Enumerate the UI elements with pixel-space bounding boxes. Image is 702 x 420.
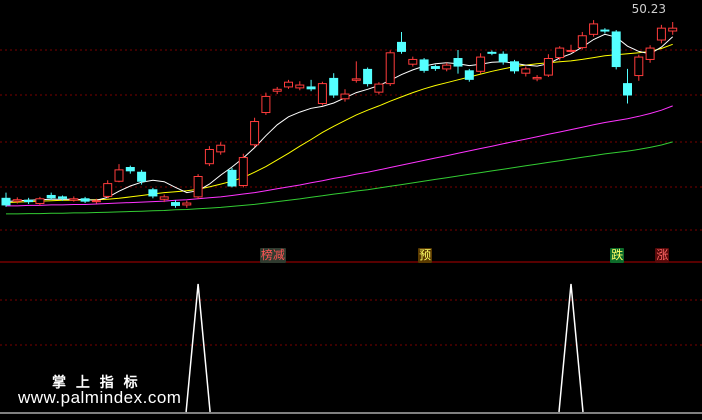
candle-body-44	[498, 53, 508, 63]
candle-body-28	[317, 83, 327, 105]
candle-body-2	[24, 199, 34, 203]
candle-body-32	[363, 68, 373, 85]
candle-body-11	[125, 167, 135, 172]
candle-body-56	[634, 56, 644, 77]
candle-body-0	[1, 197, 11, 206]
candle-body-23	[261, 95, 271, 114]
candle-body-46	[521, 68, 531, 74]
candle-body-27	[306, 86, 316, 90]
candle-body-14	[159, 196, 169, 200]
signal-tag-0: 榜减	[259, 248, 286, 263]
candle-body-8	[91, 200, 101, 203]
candle-body-43	[487, 51, 497, 54]
candle-body-21	[238, 157, 248, 187]
signal-tag-2: 跌	[610, 248, 625, 263]
candle-body-1	[12, 199, 22, 202]
candle-body-45	[510, 61, 519, 72]
candle-body-38	[430, 66, 440, 69]
candle-body-16	[182, 202, 192, 206]
ma5-line	[5, 33, 674, 203]
candle-body-50	[566, 49, 576, 52]
candle-body-34	[385, 52, 395, 85]
candle-body-10	[114, 169, 124, 182]
candle-body-12	[137, 171, 147, 182]
candle-body-49	[555, 47, 565, 59]
candle-body-15	[171, 202, 180, 206]
candle-body-42	[476, 56, 486, 72]
candle-body-30	[340, 93, 350, 100]
candle-body-35	[397, 41, 406, 52]
candle-body-17	[193, 176, 203, 198]
candle-body-31	[351, 78, 361, 81]
candle-body-7	[80, 198, 90, 202]
candle-body-37	[419, 59, 429, 71]
candle-body-20	[227, 169, 237, 187]
candlestick-chart	[0, 0, 702, 416]
indicator-spike-0	[185, 283, 211, 413]
candle-body-36	[408, 58, 418, 65]
candle-body-4	[46, 194, 56, 199]
ma10-line	[5, 43, 673, 204]
candle-body-39	[442, 64, 452, 70]
candle-body-33	[374, 83, 384, 93]
candle-body-55	[623, 83, 632, 96]
candle-body-58	[656, 27, 666, 41]
signal-tag-1: 预	[418, 248, 433, 263]
candle-body-3	[35, 198, 45, 205]
candle-body-53	[600, 29, 610, 32]
candle-body-29	[329, 77, 339, 96]
candle-body-22	[250, 121, 260, 146]
candle-body-26	[295, 84, 305, 89]
candle-body-13	[148, 189, 158, 197]
candle-body-54	[611, 31, 621, 68]
candle-body-41	[464, 70, 474, 80]
candle-body-48	[543, 58, 553, 76]
candle-body-18	[204, 148, 214, 165]
candle-body-51	[577, 35, 587, 49]
signal-tag-3: 涨	[655, 248, 670, 263]
candle-body-9	[103, 183, 113, 197]
candle-body-5	[58, 196, 67, 199]
candle-body-24	[272, 88, 282, 92]
watermark-url: www.palmindex.com	[18, 388, 182, 407]
candle-body-57	[645, 47, 655, 60]
candle-body-25	[284, 81, 293, 88]
candle-body-47	[532, 76, 542, 80]
candle-body-59	[668, 27, 678, 32]
candle-body-19	[216, 144, 226, 153]
candle-body-6	[69, 198, 79, 201]
price-label: 50.23	[631, 2, 666, 16]
candle-body-52	[589, 23, 599, 35]
candle-body-40	[453, 58, 463, 67]
chart-canvas	[0, 20, 702, 414]
indicator-spike-1	[558, 283, 584, 413]
